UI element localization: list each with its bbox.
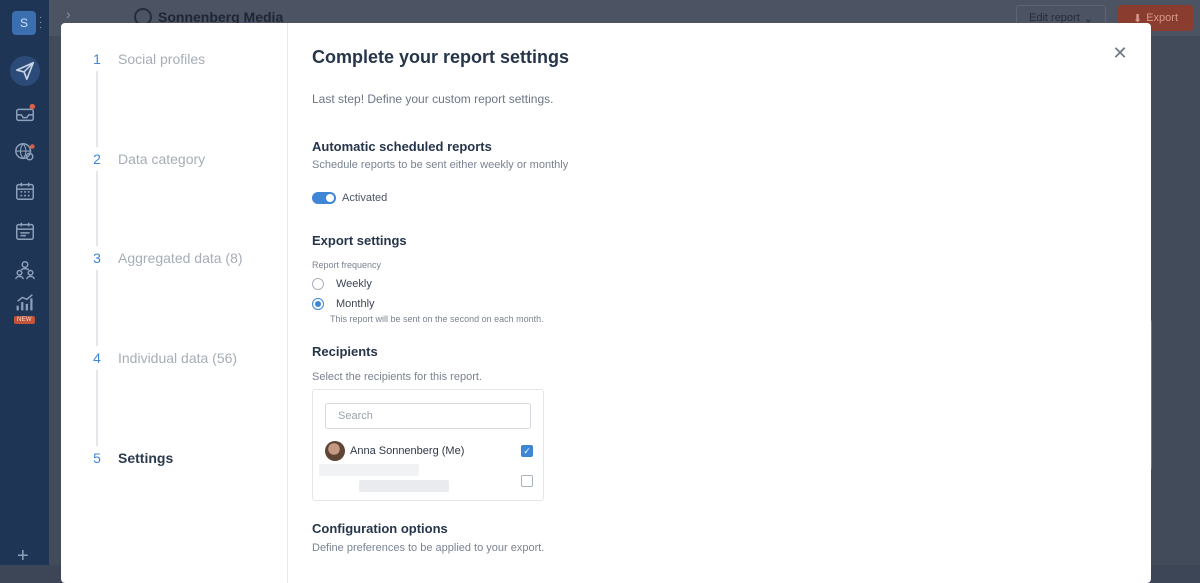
reports-icon[interactable] <box>12 290 38 316</box>
frequency-note: This report will be sent on the second o… <box>330 314 544 324</box>
scheduled-reports-toggle[interactable] <box>312 192 336 204</box>
step-number: 3 <box>85 246 109 270</box>
report-frequency-label: Report frequency <box>312 260 382 270</box>
step-label: Settings <box>118 450 174 466</box>
audience-icon[interactable] <box>12 257 38 283</box>
avatar <box>325 441 345 461</box>
toggle-label: Activated <box>342 192 388 204</box>
listening-icon[interactable] <box>12 139 38 165</box>
scheduled-toggle-row: Activated <box>312 192 387 204</box>
new-badge: NEW <box>14 316 35 324</box>
step-label: Social profiles <box>118 51 206 67</box>
workspace-badge[interactable]: S <box>12 11 36 35</box>
step-settings[interactable]: 5 Settings <box>85 446 173 470</box>
step-label: Data category <box>118 151 206 167</box>
scheduled-reports-title: Automatic scheduled reports <box>312 139 492 154</box>
add-icon[interactable]: + <box>17 546 29 566</box>
configuration-options-title: Configuration options <box>312 521 448 536</box>
report-settings-modal: 1 Social profiles 2 Data category 3 Aggr… <box>61 23 1151 583</box>
weekly-radio[interactable] <box>312 278 324 290</box>
workspace-menu-icon[interactable]: · · · <box>39 13 42 33</box>
step-number: 4 <box>85 346 109 370</box>
step-number: 2 <box>85 147 109 171</box>
export-label: Export <box>1146 12 1178 24</box>
frequency-option-monthly[interactable]: Monthly <box>312 298 375 310</box>
step-social-profiles[interactable]: 1 Social profiles <box>85 47 205 71</box>
recipient-search-input[interactable] <box>325 403 531 429</box>
configuration-options-description: Define preferences to be applied to your… <box>312 542 545 554</box>
chevron-right-icon[interactable]: › <box>66 6 71 22</box>
recipients-description: Select the recipients for this report. <box>312 371 482 383</box>
steps-panel: 1 Social profiles 2 Data category 3 Aggr… <box>61 23 288 583</box>
frequency-option-weekly[interactable]: Weekly <box>312 278 372 290</box>
planner-icon[interactable] <box>12 218 38 244</box>
recipient-checkbox[interactable] <box>521 475 533 487</box>
calendar-icon[interactable] <box>12 178 38 204</box>
app-sidebar: S · · · NEW + <box>0 0 49 566</box>
step-number: 1 <box>85 47 109 71</box>
step-label: Individual data (56) <box>118 350 238 366</box>
weekly-label: Weekly <box>336 278 372 290</box>
recipients-title: Recipients <box>312 344 378 359</box>
recipients-box: Anna Sonnenberg (Me) ✓ <box>312 389 544 501</box>
scheduled-reports-description: Schedule reports to be sent either weekl… <box>312 159 569 171</box>
step-label: Aggregated data (8) <box>118 250 243 266</box>
recipient-row[interactable] <box>325 471 533 491</box>
modal-title: Complete your report settings <box>312 47 570 67</box>
recipient-name: Anna Sonnenberg (Me) <box>350 445 465 457</box>
close-icon[interactable]: ✕ <box>1112 44 1128 62</box>
export-settings-title: Export settings <box>312 233 407 248</box>
modal-subtitle: Last step! Define your custom report set… <box>312 92 554 106</box>
recipient-row[interactable]: Anna Sonnenberg (Me) ✓ <box>325 441 533 461</box>
inbox-icon[interactable] <box>12 100 38 126</box>
step-individual-data[interactable]: 4 Individual data (56) <box>85 346 237 370</box>
monthly-label: Monthly <box>336 298 375 310</box>
publish-icon[interactable] <box>10 56 40 86</box>
step-data-category[interactable]: 2 Data category <box>85 147 205 171</box>
step-number: 5 <box>85 446 109 470</box>
monthly-radio[interactable] <box>312 298 324 310</box>
step-aggregated-data[interactable]: 3 Aggregated data (8) <box>85 246 243 270</box>
recipient-checkbox[interactable]: ✓ <box>521 445 533 457</box>
